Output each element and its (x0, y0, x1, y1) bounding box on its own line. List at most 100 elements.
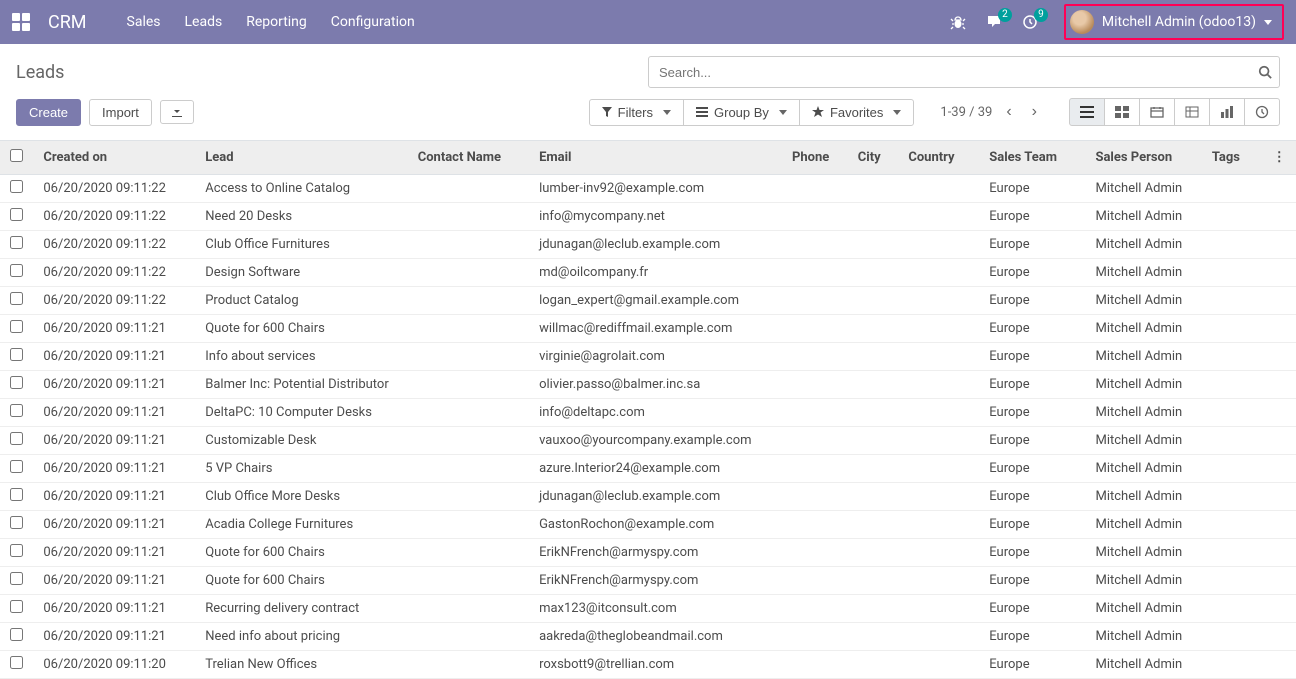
col-options[interactable]: ⋮ (1263, 141, 1296, 175)
filters-button[interactable]: Filters (589, 99, 684, 126)
groupby-button[interactable]: Group By (683, 99, 800, 126)
cell-tags (1202, 287, 1263, 315)
pager-next[interactable]: › (1026, 101, 1043, 123)
cell-tags (1202, 371, 1263, 399)
table-row[interactable]: 06/20/2020 09:11:21Recurring delivery co… (0, 595, 1296, 623)
table-wrap: Created on Lead Contact Name Email Phone… (0, 140, 1296, 679)
nav-sales[interactable]: Sales (127, 14, 161, 30)
nav-configuration[interactable]: Configuration (331, 14, 415, 30)
table-row[interactable]: 06/20/2020 09:11:21Quote for 600 ChairsE… (0, 567, 1296, 595)
row-checkbox[interactable] (10, 348, 23, 361)
cell-sales-person: Mitchell Admin (1085, 343, 1201, 371)
chat-icon[interactable]: 2 (986, 14, 1002, 30)
cell-sales-team: Europe (979, 203, 1085, 231)
nav-leads[interactable]: Leads (185, 14, 223, 30)
create-button[interactable]: Create (16, 99, 81, 126)
cell-sales-person: Mitchell Admin (1085, 455, 1201, 483)
apps-icon[interactable] (12, 13, 30, 31)
table-row[interactable]: 06/20/2020 09:11:22Product Cataloglogan_… (0, 287, 1296, 315)
view-list[interactable] (1069, 98, 1105, 126)
col-sales-team[interactable]: Sales Team (979, 141, 1085, 175)
row-checkbox[interactable] (10, 264, 23, 277)
table-row[interactable]: 06/20/2020 09:11:21Info about servicesvi… (0, 343, 1296, 371)
cell-phone (782, 231, 848, 259)
cell-sales-team: Europe (979, 623, 1085, 651)
cell-city (848, 371, 899, 399)
col-tags[interactable]: Tags (1202, 141, 1263, 175)
view-pivot[interactable] (1174, 98, 1210, 126)
activity-icon[interactable]: 9 (1022, 14, 1038, 30)
view-kanban[interactable] (1104, 98, 1140, 126)
pager-prev[interactable]: ‹ (1000, 101, 1017, 123)
table-row[interactable]: 06/20/2020 09:11:215 VP Chairsazure.Inte… (0, 455, 1296, 483)
cell-phone (782, 539, 848, 567)
pager-text[interactable]: 1-39 / 39 (940, 105, 992, 120)
favorites-button[interactable]: Favorites (799, 99, 914, 126)
cell-country (898, 287, 979, 315)
row-checkbox[interactable] (10, 320, 23, 333)
row-checkbox[interactable] (10, 600, 23, 613)
brand-title[interactable]: CRM (48, 12, 87, 33)
nav-reporting[interactable]: Reporting (246, 14, 307, 30)
col-country[interactable]: Country (898, 141, 979, 175)
table-row[interactable]: 06/20/2020 09:11:21Quote for 600 ChairsE… (0, 539, 1296, 567)
star-icon (812, 106, 824, 118)
col-lead[interactable]: Lead (195, 141, 407, 175)
col-email[interactable]: Email (529, 141, 782, 175)
col-sales-person[interactable]: Sales Person (1085, 141, 1201, 175)
cell-country (898, 455, 979, 483)
col-city[interactable]: City (848, 141, 899, 175)
row-checkbox[interactable] (10, 292, 23, 305)
table-row[interactable]: 06/20/2020 09:11:21Acadia College Furnit… (0, 511, 1296, 539)
download-button[interactable] (160, 100, 194, 124)
row-checkbox[interactable] (10, 404, 23, 417)
table-row[interactable]: 06/20/2020 09:11:20Trelian New Officesro… (0, 651, 1296, 679)
cell-sales-team: Europe (979, 511, 1085, 539)
table-row[interactable]: 06/20/2020 09:11:21DeltaPC: 10 Computer … (0, 399, 1296, 427)
row-checkbox[interactable] (10, 544, 23, 557)
row-checkbox[interactable] (10, 208, 23, 221)
table-row[interactable]: 06/20/2020 09:11:21Need info about prici… (0, 623, 1296, 651)
user-menu[interactable]: Mitchell Admin (odoo13) (1064, 4, 1284, 40)
col-created-on[interactable]: Created on (33, 141, 195, 175)
col-contact-name[interactable]: Contact Name (408, 141, 529, 175)
chevron-down-icon (663, 110, 671, 115)
row-checkbox[interactable] (10, 656, 23, 669)
table-row[interactable]: 06/20/2020 09:11:22Access to Online Cata… (0, 175, 1296, 203)
table-row[interactable]: 06/20/2020 09:11:22Design Softwaremd@oil… (0, 259, 1296, 287)
cell-created-on: 06/20/2020 09:11:22 (33, 203, 195, 231)
row-checkbox[interactable] (10, 488, 23, 501)
cell-empty (1263, 511, 1296, 539)
col-phone[interactable]: Phone (782, 141, 848, 175)
table-row[interactable]: 06/20/2020 09:11:21Balmer Inc: Potential… (0, 371, 1296, 399)
debug-icon[interactable] (950, 14, 966, 30)
cell-email: GastonRochon@example.com (529, 511, 782, 539)
table-row[interactable]: 06/20/2020 09:11:22Need 20 Desksinfo@myc… (0, 203, 1296, 231)
table-row[interactable]: 06/20/2020 09:11:21Customizable Deskvaux… (0, 427, 1296, 455)
cell-phone (782, 287, 848, 315)
cell-empty (1263, 287, 1296, 315)
cell-tags (1202, 343, 1263, 371)
view-calendar[interactable] (1139, 98, 1175, 126)
row-checkbox[interactable] (10, 376, 23, 389)
row-checkbox[interactable] (10, 180, 23, 193)
cell-lead: Quote for 600 Chairs (195, 539, 407, 567)
table-row[interactable]: 06/20/2020 09:11:22Club Office Furniture… (0, 231, 1296, 259)
row-checkbox[interactable] (10, 460, 23, 473)
chevron-down-icon (779, 110, 787, 115)
search-input[interactable] (648, 56, 1280, 88)
import-button[interactable]: Import (89, 99, 152, 126)
table-row[interactable]: 06/20/2020 09:11:21Quote for 600 Chairsw… (0, 315, 1296, 343)
search-icon[interactable] (1258, 65, 1272, 79)
cell-sales-team: Europe (979, 287, 1085, 315)
cell-city (848, 567, 899, 595)
row-checkbox[interactable] (10, 516, 23, 529)
row-checkbox[interactable] (10, 572, 23, 585)
cell-email: roxsbott9@trellian.com (529, 651, 782, 679)
view-graph[interactable] (1209, 98, 1245, 126)
select-all-checkbox[interactable] (10, 149, 23, 162)
table-row[interactable]: 06/20/2020 09:11:21Club Office More Desk… (0, 483, 1296, 511)
row-checkbox[interactable] (10, 432, 23, 445)
row-checkbox[interactable] (10, 236, 23, 249)
view-activity[interactable] (1244, 98, 1280, 126)
